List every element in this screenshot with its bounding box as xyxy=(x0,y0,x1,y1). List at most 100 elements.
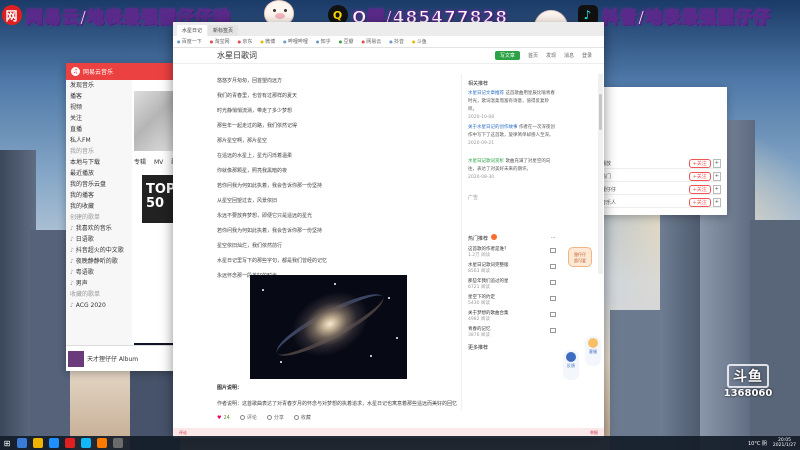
related-article[interactable]: 水星日记文章推荐 这首歌曲用星辰比喻青春时光，歌词温柔而富有诗意，值得反复聆听。… xyxy=(468,90,556,122)
hot-item[interactable]: 这首歌的作者是谁？ 1.2万 阅读 xyxy=(468,246,556,263)
more-link[interactable]: 更多推荐 xyxy=(468,344,488,351)
bookmark-item[interactable]: 斗鱼 xyxy=(412,38,427,45)
right-panel-window[interactable]: 播放 +关注 + 热门 +关注 + 狸仔仔 +关注 + 音乐人 +关注 + xyxy=(597,87,727,215)
sidebar-item[interactable]: 视频 xyxy=(66,102,132,113)
like-button[interactable]: ♥ 24 xyxy=(217,414,230,421)
hot-item-meta: 1.2万 阅读 xyxy=(468,253,491,258)
add-icon[interactable]: + xyxy=(712,159,721,168)
sidebar-item[interactable]: 我的收藏 xyxy=(66,201,132,212)
scrollbar-thumb[interactable] xyxy=(599,94,602,130)
bookmark-item[interactable]: 网易云 xyxy=(361,38,381,45)
browser-app-icon[interactable] xyxy=(49,438,59,448)
bookmark-item[interactable]: 知乎 xyxy=(316,38,331,45)
panel-row[interactable]: 音乐人 +关注 + xyxy=(601,198,721,208)
hot-item[interactable]: 星空下的约定 5430 阅读 xyxy=(468,294,556,311)
netease-app-icon[interactable] xyxy=(65,438,75,448)
search-icon[interactable] xyxy=(17,438,27,448)
add-icon[interactable]: + xyxy=(712,198,721,207)
related-article[interactable]: 关于水星日记的创作故事 作者在一次深夜创作中写下了这首歌，旋律简单却感人至深。 2… xyxy=(468,124,556,148)
folder-icon[interactable] xyxy=(33,438,43,448)
bookmark-icon[interactable] xyxy=(550,312,556,317)
weather-text[interactable]: 10°C 阴 xyxy=(748,440,767,447)
panel-row[interactable]: 狸仔仔 +关注 + xyxy=(601,185,721,195)
related-title[interactable]: 关于水星日记的创作故事 xyxy=(468,125,518,130)
bookmark-item[interactable]: 哔哩哔哩 xyxy=(283,38,308,45)
header-link[interactable]: 登录 xyxy=(582,52,592,59)
site-title[interactable]: 水星日歌词 xyxy=(217,50,257,61)
sidebar-item[interactable]: 我的播客 xyxy=(66,190,132,201)
panel-row[interactable]: 热门 +关注 + xyxy=(601,172,721,182)
comment-button[interactable]: 评论 xyxy=(239,414,257,421)
side-dock-top[interactable]: 客服 xyxy=(585,336,601,366)
qq-app-icon[interactable] xyxy=(81,438,91,448)
bookmark-item[interactable]: 抖音 xyxy=(389,38,404,45)
panel-row[interactable]: 播放 +关注 + xyxy=(601,159,721,169)
sidebar-item[interactable]: 发现音乐 xyxy=(66,80,132,91)
follow-button[interactable]: +关注 xyxy=(688,159,711,168)
netease-logo-icon: 网 xyxy=(2,5,22,25)
bookmark-icon[interactable] xyxy=(550,280,556,285)
music-tab[interactable]: MV xyxy=(154,159,163,166)
add-icon[interactable]: + xyxy=(712,185,721,194)
follow-button[interactable]: +关注 xyxy=(688,185,711,194)
add-icon[interactable]: + xyxy=(712,172,721,181)
hot-item[interactable]: 关于梦想的歌曲合集 4982 阅读 xyxy=(468,310,556,327)
sidebar-item[interactable]: 直播 xyxy=(66,124,132,135)
collect-button[interactable]: 收藏 xyxy=(293,414,311,421)
hot-item[interactable]: 青春的记忆 3876 阅读 xyxy=(468,326,556,343)
write-article-button[interactable]: 写文章 xyxy=(494,51,520,60)
sidebar-item[interactable]: 夜晚静静听的歌 xyxy=(66,256,132,267)
browser-window[interactable]: 水星日记 新标签页 百度一下 淘宝网 京东 微博 哔哩哔哩 知乎 豆瓣 网易云 抖音 斗鱼 水星日… xyxy=(173,22,604,438)
bookmark-item[interactable]: 微博 xyxy=(260,38,275,45)
more-icon[interactable]: ⋯ xyxy=(551,235,556,241)
bookmark-item[interactable]: 百度一下 xyxy=(177,38,202,45)
bookmark-icon[interactable] xyxy=(550,248,556,253)
share-button[interactable]: 分享 xyxy=(266,414,284,421)
header-link[interactable]: 消息 xyxy=(564,52,574,59)
page-scrollbar[interactable] xyxy=(598,74,603,274)
sidebar-item[interactable]: 关注 xyxy=(66,113,132,124)
douyu-room-number: 1368060 xyxy=(723,388,773,399)
lyric-line: 永远不要放弃梦想，即便它只是遥远的星光 xyxy=(217,213,313,219)
clock[interactable]: 20:05 2021/1/27 xyxy=(773,438,796,448)
bookmark-icon[interactable] xyxy=(550,296,556,301)
sidebar-item[interactable]: 我的音乐云盘 xyxy=(66,179,132,190)
follow-button[interactable]: +关注 xyxy=(688,172,711,181)
sidebar-item[interactable]: 播客 xyxy=(66,91,132,102)
sidebar-item[interactable]: 最近播放 xyxy=(66,168,132,179)
browser-tab[interactable]: 新标签页 xyxy=(208,25,239,36)
sidebar-item[interactable]: 男声 xyxy=(66,278,132,289)
header-link[interactable]: 首页 xyxy=(528,52,538,59)
system-tray: 10°C 阴 20:05 2021/1/27 xyxy=(748,436,796,450)
hot-item[interactable]: 水星日记歌词完整版 8563 阅读 xyxy=(468,262,556,279)
side-dock-bottom[interactable]: 反馈 xyxy=(563,350,579,380)
browser-tab[interactable]: 水星日记 xyxy=(177,25,208,36)
music-tab[interactable]: 专辑 xyxy=(134,159,146,166)
sidebar-item[interactable]: 本地与下载 xyxy=(66,157,132,168)
settings-icon[interactable] xyxy=(113,438,123,448)
hot-item[interactable]: 那些年我们追过的星 6721 阅读 xyxy=(468,278,556,295)
related-article[interactable]: 水星日记歌词赏析 歌曲充满了对星空的向往，表达了对美好未来的期许。 2020-08… xyxy=(468,158,556,182)
bookmark-item[interactable]: 京东 xyxy=(238,38,252,45)
sidebar-item[interactable]: 我喜欢的音乐 xyxy=(66,223,132,234)
follow-button[interactable]: +关注 xyxy=(688,198,711,207)
sidebar-item[interactable]: 抖音超火的中文歌 xyxy=(66,245,132,256)
related-title[interactable]: 水星日记歌词赏析 xyxy=(468,159,504,164)
bookmark-item[interactable]: 淘宝网 xyxy=(210,38,230,45)
hot-heading-row: 热门推荐 ⋯ xyxy=(468,234,556,242)
sidebar-item[interactable]: 日语歌 xyxy=(66,234,132,245)
bookmark-item[interactable]: 豆瓣 xyxy=(339,38,353,45)
hot-icon xyxy=(491,234,498,240)
sidebar-item[interactable]: ACG 2020 xyxy=(66,300,132,311)
pig-sticker[interactable]: 狸仔仔 超可爱 xyxy=(568,247,592,267)
header-link[interactable]: 发现 xyxy=(546,52,556,59)
related-meta: 2020-10-08 xyxy=(468,115,495,120)
sidebar-item[interactable]: 粤语歌 xyxy=(66,267,132,278)
bookmark-icon[interactable] xyxy=(550,328,556,333)
douyu-app-icon[interactable] xyxy=(97,438,107,448)
hot-item-meta: 5430 阅读 xyxy=(468,301,490,306)
related-title[interactable]: 水星日记文章推荐 xyxy=(468,91,504,96)
bookmark-icon[interactable] xyxy=(550,264,556,269)
start-button[interactable]: ⊞ xyxy=(0,436,14,450)
sidebar-item[interactable]: 私人FM xyxy=(66,135,132,146)
